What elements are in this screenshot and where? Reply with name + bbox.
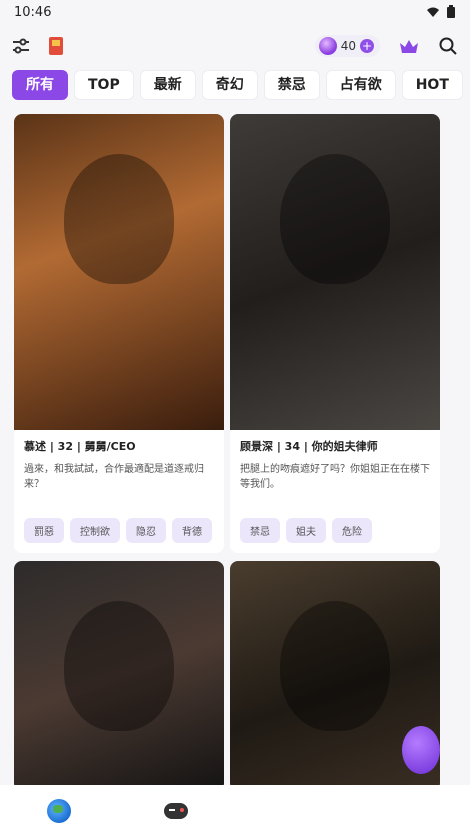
- character-description: 過來，和我試試，合作最適配是道逐戒归来？: [24, 464, 204, 490]
- tag-list: 罰惡 控制欲 隐忍 背德 禁: [24, 518, 214, 543]
- tag[interactable]: 罰惡: [24, 518, 64, 543]
- character-image[interactable]: [14, 114, 224, 430]
- bottom-nav: [0, 785, 470, 837]
- character-card[interactable]: [14, 561, 224, 791]
- tag[interactable]: 背德: [172, 518, 212, 543]
- tag[interactable]: 隐忍: [126, 518, 166, 543]
- nav-explore[interactable]: [0, 791, 117, 831]
- tab-possessive[interactable]: 占有欲: [325, 70, 396, 100]
- search-icon[interactable]: [438, 36, 458, 56]
- tag[interactable]: 姐夫: [286, 518, 326, 543]
- gem-icon: [318, 37, 337, 55]
- character-card[interactable]: 顾景深 | 34 | 你的姐夫律师 把腿上的吻痕遮好了吗？你姐姐正在在楼下等我们…: [230, 114, 440, 553]
- globe-icon: [46, 799, 71, 823]
- character-image[interactable]: [14, 561, 224, 791]
- character-portrait: [280, 601, 390, 731]
- tab-top[interactable]: TOP: [74, 70, 134, 100]
- tab-all[interactable]: 所有: [12, 70, 68, 100]
- character-title: 慕述 | 32 | 舅舅/CEO: [24, 440, 136, 453]
- tab-fantasy[interactable]: 奇幻: [201, 70, 258, 100]
- character-grid: 慕述 | 32 | 舅舅/CEO 過來，和我試試，合作最適配是道逐戒归来？ 罰惡…: [14, 114, 456, 791]
- status-bar: 10:46: [0, 0, 470, 24]
- character-card[interactable]: 慕述 | 32 | 舅舅/CEO 過來，和我試試，合作最適配是道逐戒归来？ 罰惡…: [14, 114, 224, 553]
- top-bar: 40 +: [0, 28, 470, 64]
- tag-list: 禁忌 姐夫 危险: [240, 518, 430, 543]
- add-gem-icon[interactable]: +: [360, 39, 374, 53]
- battery-icon: [447, 5, 455, 18]
- wifi-icon: [427, 7, 439, 17]
- character-portrait: [64, 601, 174, 731]
- character-description: 把腿上的吻痕遮好了吗？你姐姐正在在楼下等我们。: [240, 464, 430, 490]
- tag[interactable]: 禁忌: [240, 518, 280, 543]
- character-image[interactable]: [230, 114, 440, 430]
- status-time: 10:46: [14, 4, 52, 20]
- character-portrait: [64, 154, 174, 284]
- category-tabs: 所有 TOP 最新 奇幻 禁忌 占有欲 HOT: [0, 70, 470, 100]
- gem-balance[interactable]: 40 +: [314, 35, 380, 57]
- status-icons: [426, 5, 456, 19]
- tag[interactable]: 控制欲: [70, 518, 120, 543]
- book-icon[interactable]: [48, 36, 64, 56]
- crown-icon[interactable]: [398, 37, 420, 55]
- nav-games[interactable]: [117, 791, 234, 831]
- gem-count: 40: [340, 39, 356, 53]
- adjust-icon[interactable]: [12, 38, 30, 54]
- tag[interactable]: 危险: [332, 518, 372, 543]
- character-title: 顾景深 | 34 | 你的姐夫律师: [240, 440, 378, 453]
- gamepad-icon: [163, 803, 188, 819]
- floating-action-button[interactable]: [402, 726, 440, 774]
- tab-forbidden[interactable]: 禁忌: [263, 70, 320, 100]
- tab-hot[interactable]: HOT: [401, 70, 463, 100]
- tab-newest[interactable]: 最新: [139, 70, 196, 100]
- character-portrait: [280, 154, 390, 284]
